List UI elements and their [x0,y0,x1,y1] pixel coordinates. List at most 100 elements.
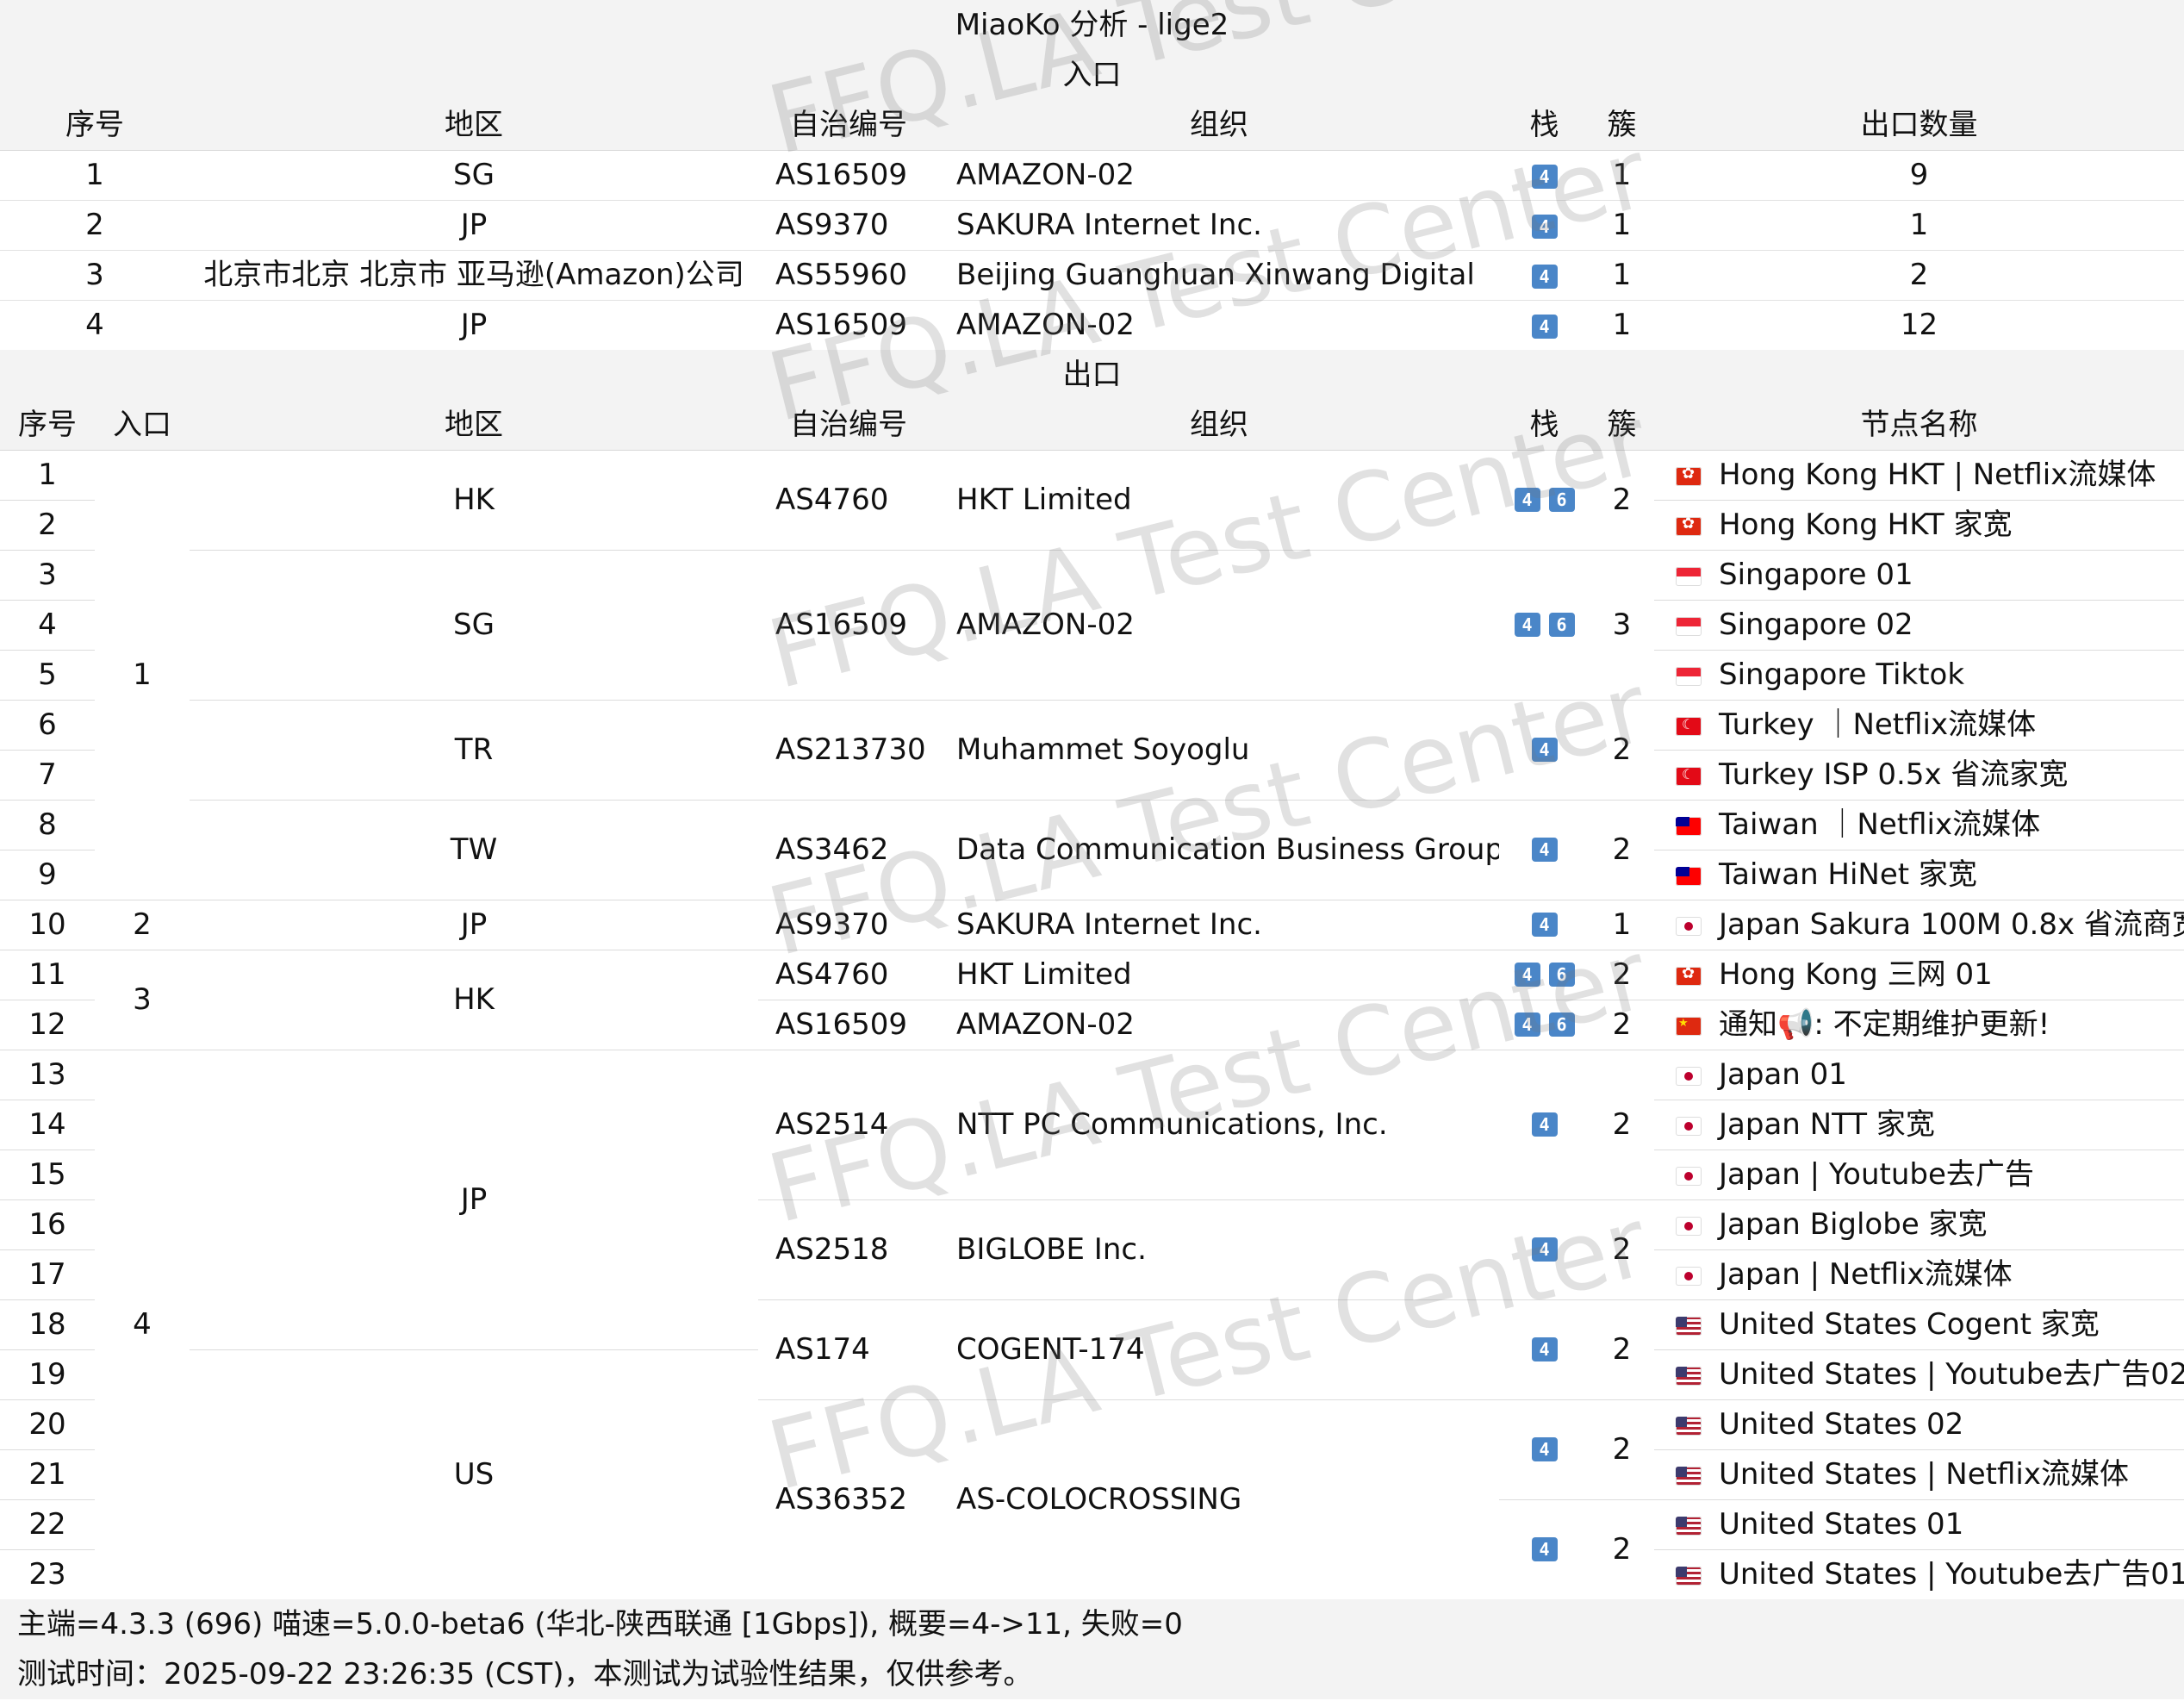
entry-header-region: 地区 [445,108,503,142]
page-title: MiaoKo 分析 - lige2 [955,8,1229,42]
exit-org: BIGLOBE Inc. [956,1232,1147,1267]
row-divider [1654,1449,2184,1450]
exit-stack: 4 [1499,900,1590,950]
hk-flag-icon [1676,516,1702,536]
exit-node-name: Japan Biglobe 家宽 [1719,1207,1988,1242]
exit-asn: AS4760 [775,957,889,992]
exit-idx: 6 [38,707,57,742]
entry-header-cluster: 簇 [1607,108,1637,142]
row-divider [0,1499,95,1500]
exit-node: Turkey ISP 0.5x 省流家宽 [1654,750,2184,800]
jp-flag-icon [1676,1166,1702,1186]
exit-stack: 4 [1499,1199,1590,1299]
entry-org: AMAZON-02 [956,308,1135,342]
exit-node-name: United States | Youtube去广告02 [1719,1357,2184,1392]
row-divider [1499,700,1654,701]
us-flag-icon [1676,1516,1702,1536]
exit-cluster: 2 [1612,1107,1632,1142]
exit-node: United States | Youtube去广告02 [1654,1349,2184,1399]
exit-idx: 18 [28,1307,66,1342]
exit-node: United States | Netflix流媒体 [1654,1449,2184,1499]
exit-node-name: United States 01 [1719,1507,1964,1542]
entry-header-row: 序号 地区 自治编号 组织 栈 簇 出口数量 [0,100,2184,151]
row-divider [1654,750,2184,751]
row-divider [0,650,95,651]
row-divider [0,1199,95,1200]
row-divider [0,1449,95,1450]
exit-region: US [453,1457,495,1492]
exit-stack: 46 [1499,950,1590,1000]
exit-header-entry: 入口 [113,408,171,442]
entry-asn: AS55960 [775,258,907,292]
exit-header-org: 组织 [1190,408,1248,442]
entry-org: Beijing Guanghuan Xinwang Digital [956,258,1475,292]
stack-badge-icon: 4 [1514,488,1540,512]
exit-entry: 1 [133,657,152,692]
exit-stack: 4 [1499,1299,1590,1399]
exit-node: Hong Kong HKT 家宽 [1654,500,2184,550]
row-divider [758,800,1499,801]
exit-asn: AS3462 [775,832,889,867]
row-divider [1654,1499,2184,1500]
stack-badge-icon: 4 [1531,214,1558,239]
exit-idx: 7 [38,757,57,792]
jp-flag-icon [1676,1066,1702,1086]
row-divider [1654,500,2184,501]
hk-flag-icon [1676,466,1702,486]
exit-idx: 22 [28,1507,66,1542]
exit-idx: 21 [28,1457,66,1492]
row-divider [190,1349,758,1350]
exit-region: JP [460,907,488,942]
entry-row: 4 JP AS16509 AMAZON-02 1 12 4 [0,300,2184,351]
stack-badge-icon: 4 [1531,1237,1558,1262]
entry-section-title: 入口 [1062,58,1122,92]
sg-flag-icon [1676,566,1702,586]
row-divider [1654,800,2184,801]
row-divider [1654,550,2184,551]
exit-node: Taiwan ｜Netflix流媒体 [1654,800,2184,850]
stack-badge-icon: 4 [1531,264,1558,289]
exit-stack: 46 [1499,1000,1590,1050]
exit-node: Japan | Netflix流媒体 [1654,1249,2184,1299]
cn-flag-icon [1676,1016,1702,1036]
exit-header-region: 地区 [445,408,503,442]
entry-region: SG [453,158,495,192]
entry-count: 1 [1909,208,1929,242]
exit-idx: 1 [38,458,57,492]
exit-header-cluster: 簇 [1607,408,1637,442]
entry-header-asn: 自治编号 [790,108,907,142]
exit-idx: 9 [38,857,57,892]
row-divider [1654,1399,2184,1400]
row-divider [1499,550,1654,551]
entry-header-idx: 序号 [65,108,124,142]
exit-cluster: 2 [1612,1232,1632,1267]
exit-stack: 4 [1499,1499,1590,1599]
exit-node: Japan 01 [1654,1050,2184,1100]
jp-flag-icon [1676,916,1702,936]
exit-node-name: Taiwan ｜Netflix流媒体 [1719,807,2041,842]
footer-row-2: 测试时间：2025-09-22 23:26:35 (CST)，本测试为试验性结果… [0,1649,2184,1699]
row-divider [1654,1549,2184,1550]
exit-asn: AS2518 [775,1232,889,1267]
stack-badge-icon: 4 [1531,838,1558,862]
entry-cluster: 1 [1612,258,1632,292]
exit-node-name: Japan NTT 家宽 [1719,1107,1935,1142]
exit-stack: 4 [1499,800,1590,900]
entry-org: AMAZON-02 [956,158,1135,192]
jp-flag-icon [1676,1266,1702,1286]
exit-idx: 5 [38,657,57,692]
exit-node-name: Singapore 02 [1719,608,1913,642]
exit-node-name: Turkey ISP 0.5x 省流家宽 [1719,757,2069,792]
exit-org: COGENT-174 [956,1332,1145,1367]
entry-stack: 4 [1499,200,1590,250]
tr-flag-icon [1676,766,1702,786]
exit-idx: 12 [28,1007,66,1042]
row-divider [1499,1399,1654,1400]
exit-org: Data Communication Business Group [956,832,1499,867]
entry-region: JP [460,308,488,342]
exit-entry: 4 [133,1307,152,1342]
footer-timestamp: 测试时间：2025-09-22 23:26:35 (CST)，本测试为试验性结果… [17,1657,1033,1692]
exit-node-name: Turkey ｜Netflix流媒体 [1719,707,2037,742]
exit-idx: 16 [28,1207,66,1242]
us-flag-icon [1676,1466,1702,1486]
